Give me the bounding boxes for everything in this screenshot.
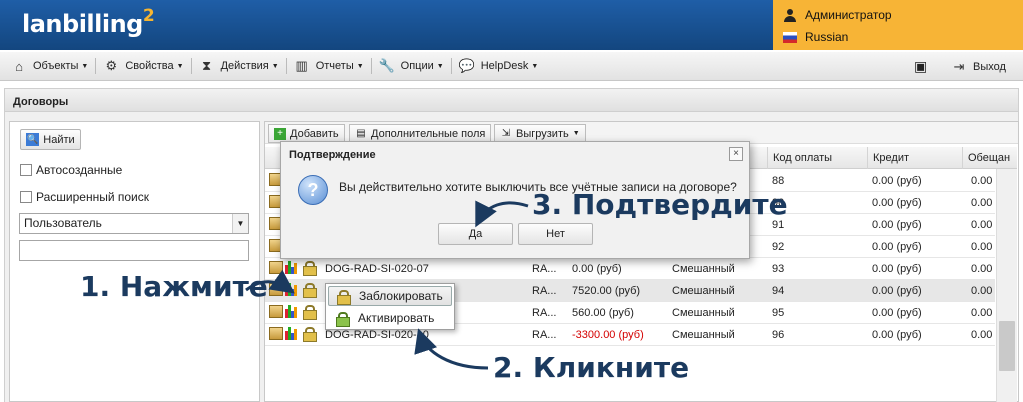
arrow-step3: [475, 200, 529, 228]
annotation-arrows: [245, 200, 529, 370]
callout-step2: 2. Кликните: [493, 351, 690, 384]
arrow-step2: [414, 328, 489, 370]
callout-step3: 3. Подтвердите: [532, 188, 788, 221]
callout-step1: 1. Нажмите: [80, 270, 268, 303]
